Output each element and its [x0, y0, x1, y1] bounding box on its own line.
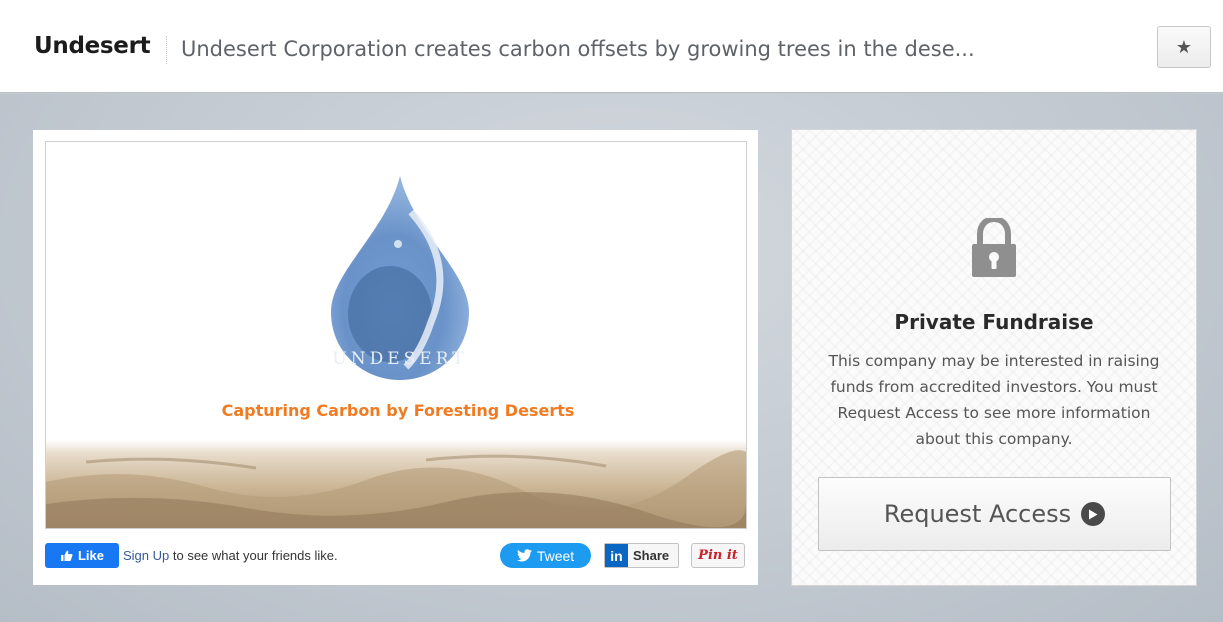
tweet-label: Tweet: [536, 547, 575, 564]
twitter-bird-icon: [516, 549, 532, 562]
like-label: Like: [77, 548, 104, 563]
signup-link[interactable]: Sign Up: [123, 548, 169, 563]
play-circle-icon: [1081, 502, 1106, 526]
linkedin-share-label: Share: [633, 548, 670, 563]
social-share-row: Like Sign Up to see what your friends li…: [45, 543, 747, 569]
pinterest-pin-button[interactable]: Pin it: [691, 543, 745, 568]
facebook-signup-text: Sign Up to see what your friends like.: [123, 548, 338, 563]
signup-text: to see what your friends like.: [169, 548, 338, 563]
thumbs-up-icon: [60, 550, 73, 561]
request-access-label: Request Access: [883, 500, 1072, 528]
tweet-button[interactable]: Tweet: [500, 543, 591, 568]
header-divider: [166, 36, 167, 64]
undesert-logo-image: UNDESERT Capturing Carbon by Foresting D…: [46, 176, 746, 528]
media-card: UNDESERT Capturing Carbon by Foresting D…: [33, 130, 758, 585]
linkedin-icon: in: [605, 544, 628, 567]
lock-icon: [972, 218, 1016, 277]
star-icon: ★: [1175, 36, 1193, 57]
facebook-like-button[interactable]: Like: [45, 543, 119, 568]
fundraise-title: Private Fundraise: [894, 310, 1094, 334]
linkedin-share-button[interactable]: in Share: [604, 543, 679, 568]
logo-wordmark: UNDESERT: [332, 349, 467, 369]
company-image: UNDESERT Capturing Carbon by Foresting D…: [45, 141, 747, 529]
private-fundraise-card: Private Fundraise This company may be in…: [791, 129, 1197, 586]
request-access-button[interactable]: Request Access: [818, 477, 1171, 551]
pin-label: Pin it: [698, 548, 738, 563]
fundraise-description: This company may be interested in raisin…: [828, 352, 1160, 448]
company-name: Undesert: [34, 33, 151, 59]
company-tagline: Undesert Corporation creates carbon offs…: [181, 37, 975, 61]
favorite-star-button[interactable]: ★: [1157, 26, 1211, 68]
header-bar: Undesert Undesert Corporation creates ca…: [0, 0, 1223, 93]
slogan-text: Capturing Carbon by Foresting Deserts: [222, 401, 575, 420]
